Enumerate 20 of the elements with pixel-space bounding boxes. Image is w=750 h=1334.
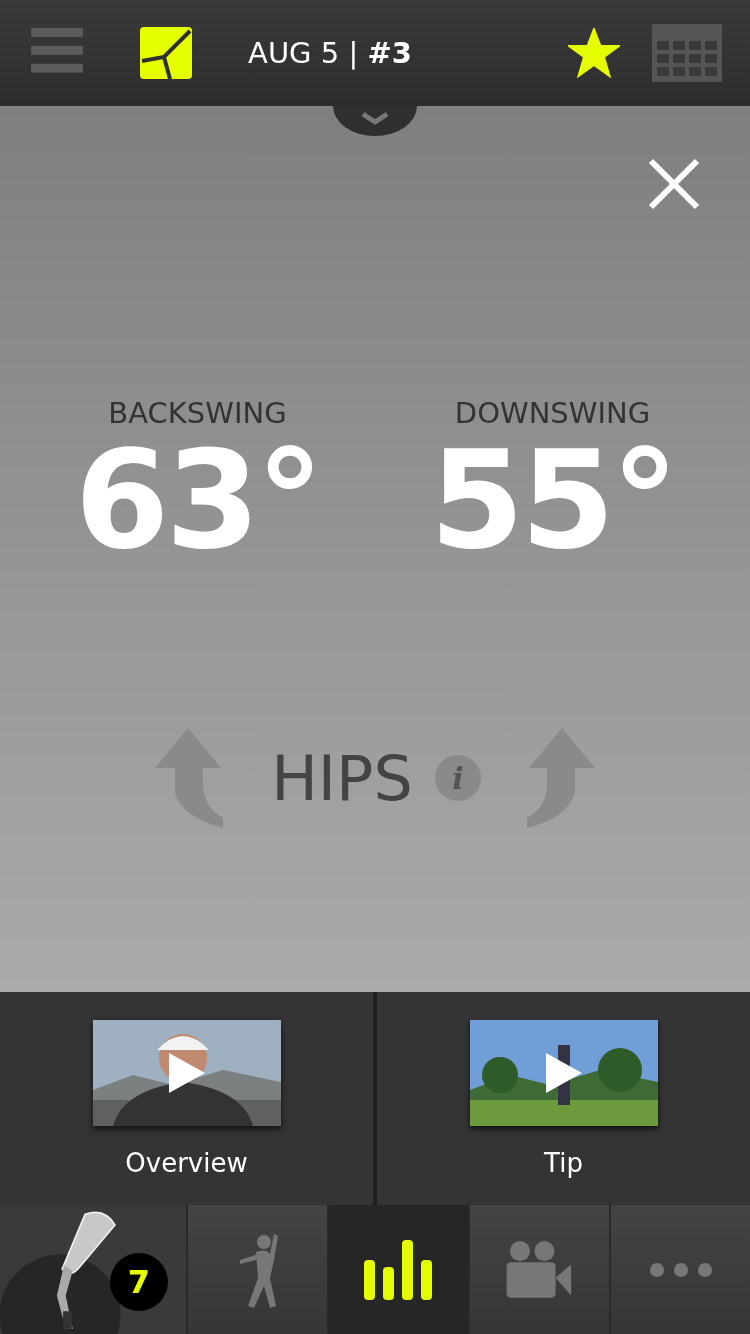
video-title: Tip [544,1148,583,1178]
star-icon[interactable] [568,28,620,78]
logo-icon [140,27,192,79]
bar-chart-icon [363,1239,434,1300]
metric-value: 63° [74,432,321,568]
club-number-badge: 7 [110,1253,168,1311]
metric-label: DOWNSWING [454,396,651,430]
session-title: AUG 5 | #3 [247,36,413,70]
metric-label: BACKSWING [108,396,287,430]
body-part-label: HIPS [271,741,413,815]
curved-arrow-icon [526,728,597,828]
pull-down-tab[interactable] [333,106,417,136]
tab[interactable] [327,1205,469,1334]
play-icon [545,1053,582,1093]
close-icon[interactable] [648,158,700,210]
more-icon [648,1261,713,1278]
play-icon [168,1053,205,1093]
video-title: Overview [125,1148,248,1178]
metric-value: 55° [429,432,676,568]
curved-arrow-icon [153,728,224,828]
